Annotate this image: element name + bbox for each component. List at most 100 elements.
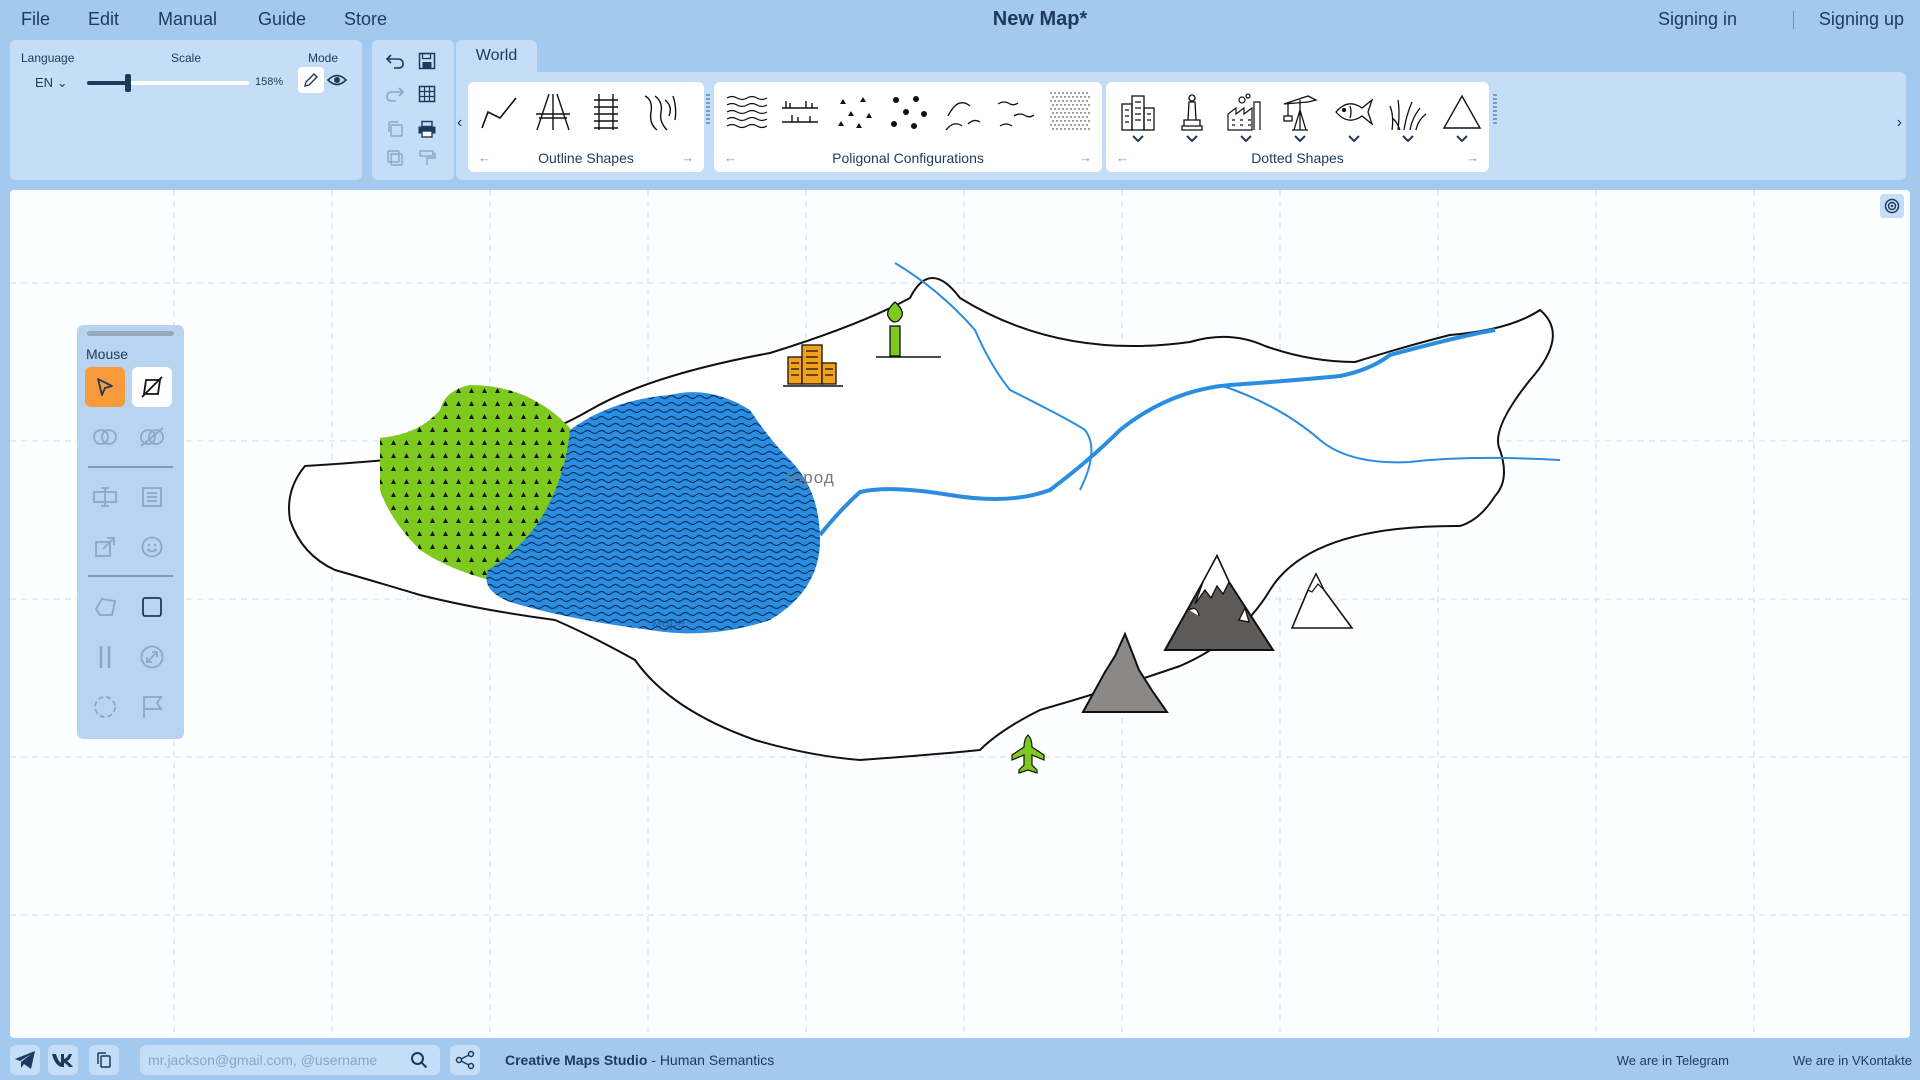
forest-dots-icon[interactable] bbox=[832, 90, 876, 134]
tree-clusters-icon[interactable] bbox=[886, 90, 930, 134]
chevron-down-icon[interactable] bbox=[1185, 134, 1199, 144]
copy-icon bbox=[97, 1052, 111, 1068]
format-painter-button[interactable] bbox=[414, 145, 440, 171]
undo-button[interactable] bbox=[382, 48, 408, 74]
text-block-tool-button[interactable] bbox=[132, 477, 172, 517]
tab-world[interactable]: World bbox=[456, 40, 537, 72]
group-next-arrow[interactable]: → bbox=[1079, 150, 1092, 165]
oil-rig-icon[interactable] bbox=[1278, 90, 1322, 134]
text-box-tool-button[interactable] bbox=[85, 477, 125, 517]
group-label: Poligonal Configurations bbox=[832, 150, 984, 166]
group-resize-handle[interactable] bbox=[706, 94, 710, 124]
unmerge-tool-button[interactable] bbox=[132, 417, 172, 457]
grass-icon[interactable] bbox=[1386, 90, 1430, 134]
target-button[interactable] bbox=[1880, 194, 1904, 218]
rectangle-tool-button[interactable] bbox=[132, 587, 172, 627]
save-button[interactable] bbox=[414, 48, 440, 74]
settings-panel: Language EN ⌄ Scale 158% Mode bbox=[10, 40, 362, 180]
monument-icon[interactable] bbox=[1170, 90, 1214, 134]
printer-icon bbox=[418, 120, 436, 138]
copy-icon bbox=[388, 121, 403, 137]
flag-tool-button[interactable] bbox=[132, 687, 172, 727]
share-button[interactable] bbox=[450, 1045, 480, 1075]
parallel-lines-tool-button[interactable] bbox=[85, 637, 125, 677]
polygon-tool-button[interactable] bbox=[85, 587, 125, 627]
map-canvas[interactable]: город море bbox=[10, 190, 1910, 1038]
scale-label: Scale bbox=[171, 51, 202, 65]
factory-icon[interactable] bbox=[1224, 90, 1268, 134]
paste-button[interactable] bbox=[382, 145, 408, 171]
resize-circle-icon bbox=[140, 645, 164, 669]
group-polygonal-configurations: ← Poligonal Configurations → bbox=[714, 82, 1102, 172]
group-next-arrow[interactable]: → bbox=[1466, 150, 1479, 165]
vkontakte-link[interactable]: We are in VKontakte bbox=[1793, 1053, 1912, 1068]
search-input[interactable] bbox=[148, 1045, 398, 1075]
drag-handle[interactable] bbox=[87, 331, 174, 336]
no-selection-icon bbox=[141, 376, 163, 398]
share-icon bbox=[455, 1050, 475, 1070]
search-icon[interactable] bbox=[410, 1051, 428, 1069]
external-link-icon bbox=[95, 537, 115, 557]
select-tool-button[interactable] bbox=[85, 367, 125, 407]
edit-mode-button[interactable] bbox=[298, 67, 324, 93]
chevron-down-icon[interactable] bbox=[1401, 134, 1415, 144]
resize-tool-button[interactable] bbox=[132, 637, 172, 677]
palette-scroll-left[interactable]: ‹ bbox=[457, 114, 462, 132]
chevron-down-icon[interactable] bbox=[1239, 134, 1253, 144]
separator bbox=[88, 575, 173, 577]
sign-up-link[interactable]: Signing up bbox=[1819, 9, 1904, 30]
copy-button[interactable] bbox=[382, 116, 408, 142]
unmerge-shapes-icon bbox=[140, 427, 164, 447]
symbol-palette: ‹ › ← Outline Shapes → ← Poligonal Confi… bbox=[456, 72, 1906, 180]
auth-divider bbox=[1793, 11, 1794, 29]
scale-slider[interactable] bbox=[87, 81, 249, 85]
redo-button[interactable] bbox=[382, 81, 408, 107]
vk-button[interactable] bbox=[48, 1045, 78, 1075]
chevron-down-icon[interactable] bbox=[1293, 134, 1307, 144]
chevron-down-icon[interactable] bbox=[1455, 134, 1469, 144]
menu-bar: File Edit Manual Guide Store New Map* Si… bbox=[0, 0, 1920, 40]
brand-text: Creative Maps Studio - Human Semantics bbox=[505, 1052, 774, 1068]
copy-link-button[interactable] bbox=[89, 1045, 119, 1075]
city-icon[interactable] bbox=[1116, 90, 1160, 134]
group-dotted-shapes: ← Dotted Shapes → bbox=[1106, 82, 1489, 172]
swamp-icon[interactable] bbox=[778, 90, 822, 134]
undo-icon bbox=[385, 54, 404, 69]
chevron-down-icon[interactable] bbox=[1347, 134, 1361, 144]
city-label[interactable]: город bbox=[786, 468, 835, 488]
merge-tool-button[interactable] bbox=[85, 417, 125, 457]
telegram-button[interactable] bbox=[10, 1045, 40, 1075]
fish-icon[interactable] bbox=[1332, 90, 1376, 134]
sign-in-link[interactable]: Signing in bbox=[1658, 9, 1737, 30]
view-mode-button[interactable] bbox=[324, 67, 350, 93]
print-button[interactable] bbox=[414, 116, 440, 142]
lasso-tool-button[interactable] bbox=[85, 687, 125, 727]
seaweed-icon[interactable] bbox=[637, 90, 681, 134]
grid-button[interactable] bbox=[414, 81, 440, 107]
lasso-icon bbox=[94, 696, 116, 718]
dunes-icon[interactable] bbox=[994, 90, 1038, 134]
hills-icon[interactable] bbox=[940, 90, 984, 134]
emoji-tool-button[interactable] bbox=[132, 527, 172, 567]
palette-scroll-right[interactable]: › bbox=[1897, 114, 1902, 132]
chevron-down-icon[interactable] bbox=[1131, 134, 1145, 144]
actions-panel bbox=[372, 40, 454, 180]
mountain-icon[interactable] bbox=[1440, 90, 1484, 134]
sand-dots-icon[interactable] bbox=[1048, 90, 1092, 134]
scale-slider-thumb[interactable] bbox=[124, 74, 131, 92]
telegram-link[interactable]: We are in Telegram bbox=[1617, 1053, 1729, 1068]
zigzag-line-icon[interactable] bbox=[478, 90, 522, 134]
language-select[interactable]: EN ⌄ bbox=[35, 75, 68, 91]
road-icon[interactable] bbox=[531, 90, 575, 134]
pen-icon bbox=[304, 73, 318, 87]
rectangle-icon bbox=[142, 597, 162, 617]
lake-label[interactable]: море bbox=[652, 614, 685, 630]
language-value: EN bbox=[35, 75, 54, 90]
brand-name: Creative Maps Studio bbox=[505, 1052, 648, 1068]
railway-icon[interactable] bbox=[584, 90, 628, 134]
deselect-tool-button[interactable] bbox=[132, 367, 172, 407]
arrow-tool-button[interactable] bbox=[85, 527, 125, 567]
group-next-arrow[interactable]: → bbox=[681, 150, 694, 165]
water-waves-icon[interactable] bbox=[724, 90, 768, 134]
brand-suffix: - Human Semantics bbox=[647, 1052, 775, 1068]
